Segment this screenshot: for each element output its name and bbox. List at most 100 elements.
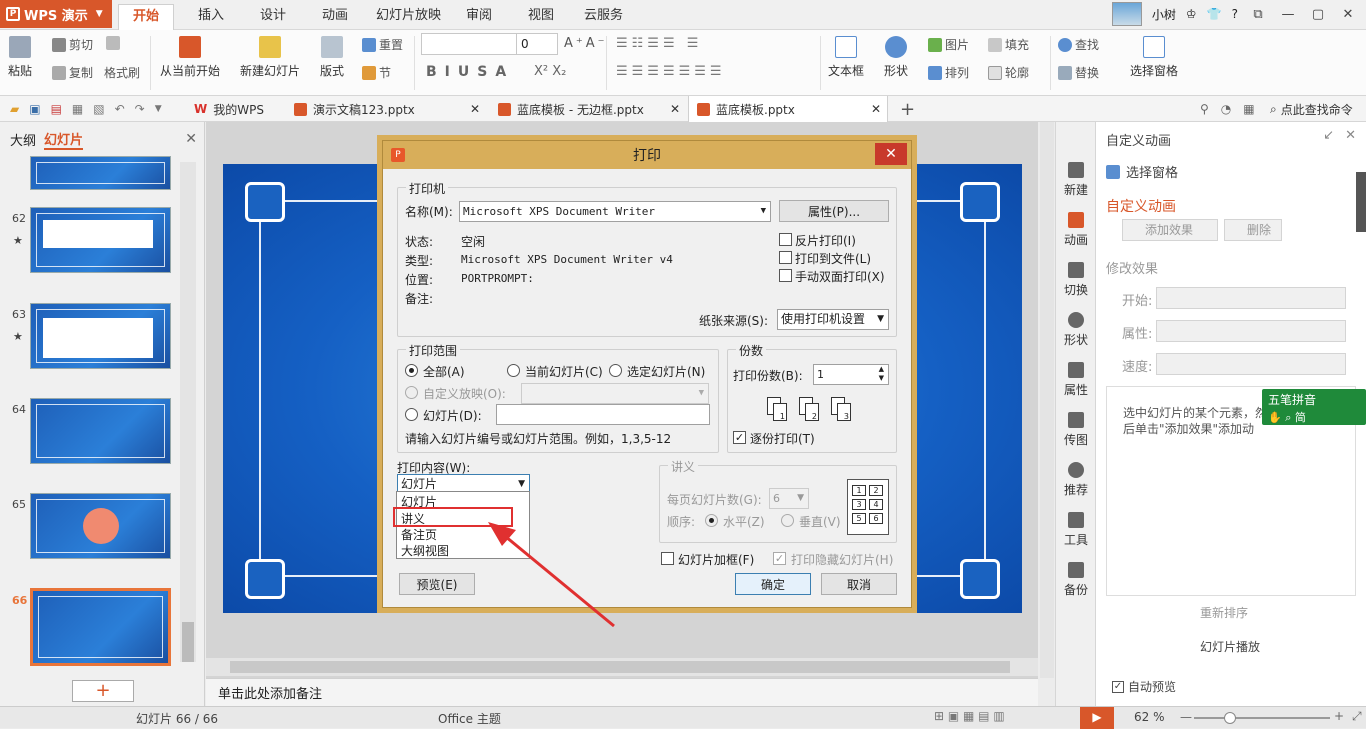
avatar[interactable]: [1111, 2, 1142, 26]
copies-spinner[interactable]: 1 ▲ ▼: [813, 364, 889, 385]
tab-outline[interactable]: 大纲: [10, 130, 36, 149]
layout-button[interactable]: 版式: [320, 36, 344, 79]
notes-area[interactable]: 单击此处添加备注: [206, 678, 1038, 706]
view-icons[interactable]: ⊞ ▣ ▦ ▤ ▥: [934, 709, 1005, 723]
maximize-icon[interactable]: ▢: [1308, 7, 1328, 22]
slide-thumbnail[interactable]: [30, 156, 171, 190]
shirt-icon[interactable]: 👕: [1207, 7, 1222, 21]
quick-access-toolbar[interactable]: ▰ ▣ ▤ ▦ ▧ ↶ ↷ ▼: [2, 96, 170, 122]
property-select[interactable]: [1156, 320, 1346, 342]
selected-slides-radio[interactable]: [609, 364, 622, 377]
tab-slideshow[interactable]: 幻灯片放映: [362, 4, 455, 30]
close-icon[interactable]: ✕: [875, 143, 907, 165]
print-to-file-checkbox[interactable]: [779, 251, 792, 264]
preview-icon[interactable]: ▧: [93, 102, 104, 116]
custom-show-select[interactable]: ▼: [521, 383, 709, 404]
tab-document-3[interactable]: 蓝底模板.pptx ✕: [688, 96, 888, 122]
command-search[interactable]: ⌕ 点此查找命令: [1262, 96, 1361, 122]
help-icon[interactable]: ?: [1232, 7, 1238, 21]
all-radio[interactable]: [405, 364, 418, 377]
align-buttons[interactable]: ☰☰☰☰☰☰☰: [616, 64, 726, 79]
font-style-buttons[interactable]: BIUSA: [426, 64, 514, 80]
export-pdf-icon[interactable]: ▤: [51, 102, 62, 116]
tab-view[interactable]: 视图: [514, 4, 568, 30]
fit-window-icon[interactable]: ⤢: [1352, 709, 1362, 724]
chat-icon[interactable]: ◔: [1221, 102, 1231, 116]
close-tab-icon[interactable]: ✕: [871, 102, 881, 116]
spinner-arrows-icon[interactable]: ▲ ▼: [879, 365, 884, 383]
tab-insert[interactable]: 插入: [184, 4, 238, 30]
strip-property[interactable]: 属性: [1056, 362, 1096, 398]
replace-button[interactable]: 替换: [1058, 64, 1099, 81]
close-icon[interactable]: ✕: [1338, 7, 1358, 22]
slides-radio[interactable]: [405, 408, 418, 421]
vertical-scrollbar[interactable]: [1040, 122, 1054, 678]
find-button[interactable]: 查找: [1058, 36, 1099, 53]
strip-shape[interactable]: 形状: [1056, 312, 1096, 348]
strip-transition[interactable]: 切换: [1056, 262, 1096, 298]
properties-button[interactable]: 属性(P)...: [779, 200, 889, 222]
speed-select[interactable]: [1156, 353, 1346, 375]
undo-icon[interactable]: ↶: [115, 102, 125, 116]
delete-button[interactable]: 删除: [1224, 219, 1282, 241]
minimize-icon[interactable]: —: [1278, 7, 1298, 22]
tab-review[interactable]: 审阅: [452, 4, 506, 30]
slide-thumbnail[interactable]: [30, 303, 171, 369]
tab-cloud[interactable]: 云服务: [570, 4, 637, 30]
manual-duplex-checkbox[interactable]: [779, 269, 792, 282]
print-hidden-checkbox[interactable]: ✓: [773, 552, 786, 565]
paste-button[interactable]: 粘贴: [8, 36, 32, 79]
open-folder-icon[interactable]: ▰: [10, 102, 19, 116]
app-menu-button[interactable]: P WPS 演示 ▼: [0, 0, 112, 28]
arrange-button[interactable]: 排列: [928, 64, 969, 81]
strip-tools[interactable]: 工具: [1056, 512, 1096, 548]
select-pane-button[interactable]: 选择窗格: [1130, 36, 1178, 79]
strip-new[interactable]: 新建: [1056, 162, 1096, 198]
horizontal-radio[interactable]: [705, 514, 718, 527]
tab-document-2[interactable]: 蓝底模板 - 无边框.pptx ✕: [490, 96, 686, 122]
fill-button[interactable]: 填充: [988, 36, 1029, 53]
dropdown-option-outline[interactable]: 大纲视图: [401, 542, 449, 559]
slide-thumbnail-selected[interactable]: [30, 588, 171, 666]
slide-thumbnail[interactable]: [30, 207, 171, 273]
tab-mywps[interactable]: W 我的WPS: [186, 96, 272, 122]
strip-upload-image[interactable]: 传图: [1056, 412, 1096, 448]
new-tab-icon[interactable]: +: [892, 96, 923, 122]
ok-button[interactable]: 确定: [735, 573, 811, 595]
tab-animation[interactable]: 动画: [308, 4, 362, 30]
slides-range-input[interactable]: [496, 404, 710, 425]
user-name[interactable]: 小树: [1152, 6, 1176, 23]
copy-button[interactable]: 复制: [52, 64, 93, 81]
ime-toolbar[interactable]: 五笔拼音 ✋ ⌕ 简: [1262, 389, 1366, 425]
select-pane-link[interactable]: 选择窗格: [1106, 162, 1178, 181]
grid-icon[interactable]: ▦: [1243, 102, 1254, 116]
close-tab-icon[interactable]: ✕: [670, 102, 680, 116]
current-slide-radio[interactable]: [507, 364, 520, 377]
play-button[interactable]: 幻灯片播放: [1200, 638, 1260, 655]
restore-window-icon[interactable]: ⧉: [1248, 7, 1268, 22]
tab-slides[interactable]: 幻灯片: [44, 129, 84, 150]
collapse-icon[interactable]: ↙: [1323, 128, 1334, 143]
pin-icon[interactable]: ⚲: [1200, 102, 1209, 116]
skin-icon[interactable]: ♔: [1186, 7, 1197, 21]
paper-source-select[interactable]: 使用打印机设置 ▼: [777, 309, 889, 330]
format-painter-button[interactable]: [106, 36, 120, 50]
add-slide-button[interactable]: +: [72, 680, 134, 702]
start-select[interactable]: [1156, 287, 1346, 309]
print-icon[interactable]: ▦: [72, 102, 83, 116]
close-tab-icon[interactable]: ✕: [470, 102, 480, 116]
list-buttons[interactable]: ☰☷☰☰ ☰: [616, 36, 702, 51]
tab-document-1[interactable]: 演示文稿123.pptx ✕: [286, 96, 486, 122]
panel-header[interactable]: 自定义动画: [1106, 130, 1171, 149]
tab-home[interactable]: 开始: [118, 4, 175, 30]
shape-button[interactable]: 形状: [884, 36, 908, 79]
strip-animation[interactable]: 动画: [1056, 212, 1096, 248]
zoom-in-icon[interactable]: +: [1334, 709, 1344, 723]
chevron-down-icon[interactable]: ▼: [155, 104, 162, 114]
textbox-button[interactable]: 文本框: [828, 36, 864, 79]
new-slide-button[interactable]: 新建幻灯片: [240, 36, 300, 79]
save-icon[interactable]: ▣: [29, 102, 40, 116]
reset-button[interactable]: 重置: [362, 36, 403, 53]
play-from-current-button[interactable]: 从当前开始: [160, 36, 220, 79]
format-painter-label-button[interactable]: 格式刷: [104, 64, 140, 81]
